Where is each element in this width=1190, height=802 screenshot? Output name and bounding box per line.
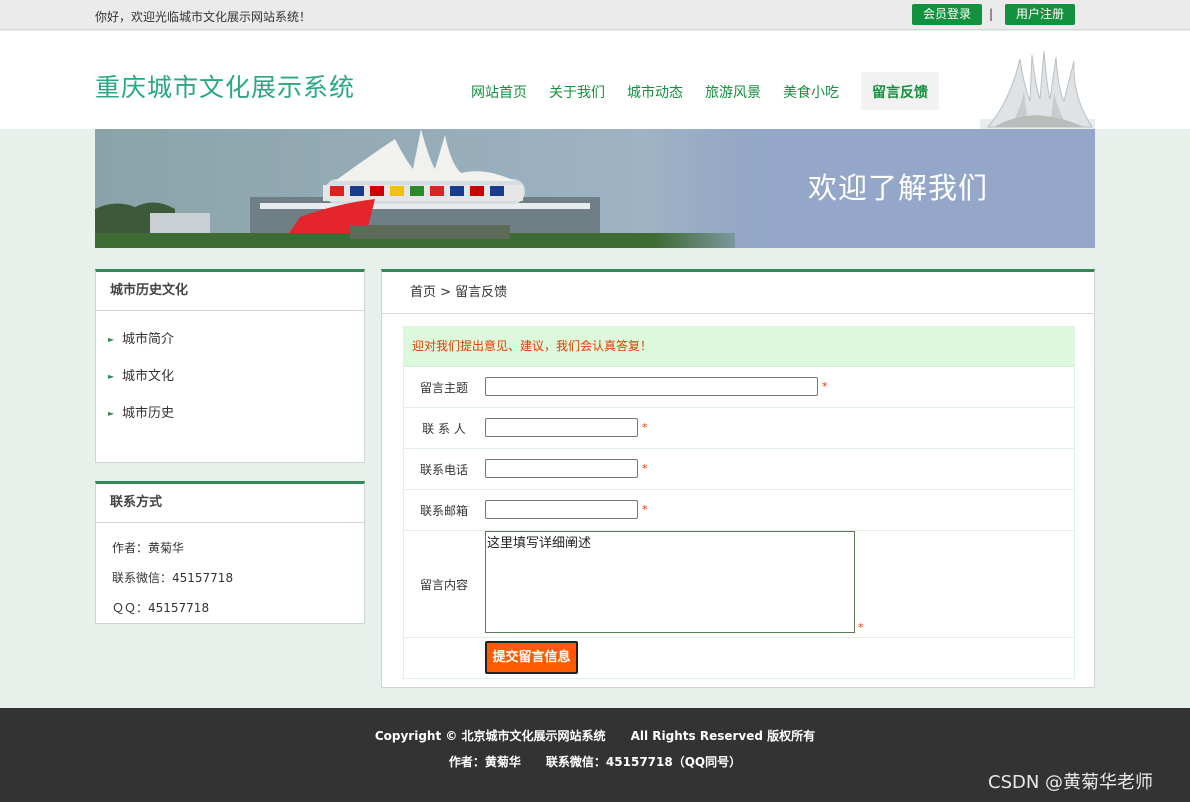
required-mark: * bbox=[822, 380, 828, 393]
sidebar-item-label: 城市文化 bbox=[122, 369, 175, 384]
site-title: 重庆城市文化展示系统 bbox=[95, 73, 356, 102]
contact-wechat: 联系微信：45157718 bbox=[112, 571, 234, 585]
email-input[interactable] bbox=[485, 500, 638, 519]
contact-panel-title: 联系方式 bbox=[96, 484, 364, 523]
banner: 欢迎了解我们 bbox=[95, 129, 1095, 248]
subject-input[interactable] bbox=[485, 377, 818, 396]
banner-heading: 欢迎了解我们 bbox=[808, 171, 989, 205]
content-textarea[interactable]: 这里填写详细阐述 bbox=[485, 531, 855, 633]
user-register-button[interactable]: 用户注册 bbox=[1005, 4, 1076, 25]
building-logo-image bbox=[980, 50, 1095, 129]
history-culture-panel: 城市历史文化 ► 城市简介 ► 城市文化 ► 城市历史 bbox=[95, 269, 365, 463]
triangle-bullet-icon: ► bbox=[108, 409, 115, 418]
contact-panel: 联系方式 作者：黄菊华 联系微信：45157718 ＱＱ：45157718 bbox=[95, 481, 365, 624]
contact-person-row: 联 系 人 * bbox=[404, 408, 1074, 449]
form-notice: 迎对我们提出意见、建议，我们会认真答复！ bbox=[404, 327, 1074, 367]
nav-about[interactable]: 关于我们 bbox=[538, 72, 616, 110]
feedback-panel: 首页 > 留言反馈 迎对我们提出意见、建议，我们会认真答复！ 留言主题 * 联 … bbox=[381, 269, 1095, 688]
contact-list: 作者：黄菊华 联系微信：45157718 ＱＱ：45157718 bbox=[96, 523, 364, 625]
contact-qq: ＱＱ：45157718 bbox=[112, 601, 210, 615]
sidebar-item-label: 城市简介 bbox=[122, 332, 175, 347]
phone-row: 联系电话 * bbox=[404, 449, 1074, 490]
sidebar-item-label: 城市历史 bbox=[122, 406, 175, 421]
history-panel-title: 城市历史文化 bbox=[96, 272, 364, 311]
phone-input[interactable] bbox=[485, 459, 638, 478]
phone-label: 联系电话 bbox=[419, 463, 468, 477]
sidebar-item-city-history[interactable]: ► 城市历史 bbox=[96, 399, 364, 436]
submit-feedback-button[interactable]: 提交留言信息 bbox=[485, 641, 578, 674]
content-row: 留言内容 这里填写详细阐述 * bbox=[404, 531, 1074, 638]
triangle-bullet-icon: ► bbox=[108, 372, 115, 381]
csdn-watermark: CSDN @黄菊华老师 bbox=[988, 772, 1154, 793]
content-label: 留言内容 bbox=[419, 578, 468, 592]
main-nav: 网站首页 关于我们 城市动态 旅游风景 美食小吃 留言反馈 bbox=[460, 72, 939, 110]
nav-travel[interactable]: 旅游风景 bbox=[694, 72, 772, 110]
nav-home[interactable]: 网站首页 bbox=[460, 72, 538, 110]
required-mark: * bbox=[858, 621, 864, 634]
footer-copyright: Copyright © 北京城市文化展示网站系统 All Rights Rese… bbox=[374, 729, 816, 743]
nav-feedback[interactable]: 留言反馈 bbox=[861, 72, 939, 110]
email-label: 联系邮箱 bbox=[419, 504, 468, 518]
site-footer: Copyright © 北京城市文化展示网站系统 All Rights Rese… bbox=[0, 708, 1190, 802]
required-mark: * bbox=[642, 421, 648, 434]
member-login-button[interactable]: 会员登录 bbox=[912, 4, 983, 25]
subject-label: 留言主题 bbox=[419, 381, 468, 395]
feedback-form: 迎对我们提出意见、建议，我们会认真答复！ 留言主题 * 联 系 人 * 联系电话… bbox=[403, 326, 1075, 679]
subject-row: 留言主题 * bbox=[404, 367, 1074, 408]
contact-person-input[interactable] bbox=[485, 418, 638, 437]
topbar-separator: | bbox=[989, 7, 994, 21]
welcome-text: 你好，欢迎光临城市文化展示网站系统！ bbox=[95, 10, 312, 24]
contact-author: 作者：黄菊华 bbox=[112, 541, 185, 555]
sidebar-item-city-intro[interactable]: ► 城市简介 bbox=[96, 325, 364, 362]
email-row: 联系邮箱 * bbox=[404, 490, 1074, 531]
site-header: 重庆城市文化展示系统 网站首页 关于我们 城市动态 旅游风景 美食小吃 留言反馈 bbox=[0, 31, 1190, 129]
required-mark: * bbox=[642, 503, 648, 516]
history-list: ► 城市简介 ► 城市文化 ► 城市历史 bbox=[96, 311, 364, 436]
nav-food[interactable]: 美食小吃 bbox=[772, 72, 850, 110]
submit-row: 提交留言信息 bbox=[404, 638, 1074, 678]
top-bar: 你好，欢迎光临城市文化展示网站系统！ 会员登录 | 用户注册 bbox=[0, 0, 1190, 30]
breadcrumb: 首页 > 留言反馈 bbox=[382, 272, 1094, 314]
nav-news[interactable]: 城市动态 bbox=[616, 72, 694, 110]
sidebar-item-city-culture[interactable]: ► 城市文化 bbox=[96, 362, 364, 399]
triangle-bullet-icon: ► bbox=[108, 335, 115, 344]
required-mark: * bbox=[642, 462, 648, 475]
contact-person-label: 联 系 人 bbox=[422, 422, 466, 436]
